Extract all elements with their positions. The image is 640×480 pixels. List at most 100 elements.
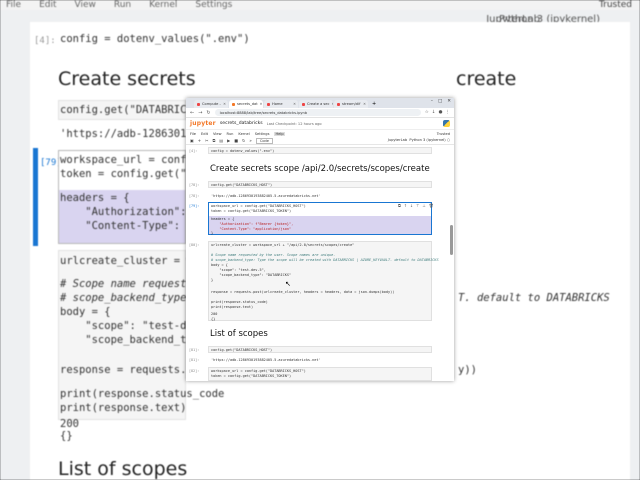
browser-tab[interactable]: Create a sec ✕ <box>299 100 333 108</box>
bg-heading: Create secrets <box>58 68 196 90</box>
duplicate-cell-icon[interactable]: ⧉ <box>398 203 401 208</box>
code-line: "scope_backend_type": "DATABRICKS" <box>211 273 292 277</box>
maximize-icon[interactable]: □ <box>438 99 442 104</box>
tab-favicon-icon <box>302 102 305 106</box>
bg-menu-view: View <box>74 0 96 10</box>
close-window-icon[interactable]: ✕ <box>447 99 451 104</box>
move-up-icon[interactable]: ↑ <box>404 203 407 208</box>
kernel-status: JupyterLab Python 3 (ipykernel) ○ <box>387 138 450 142</box>
bg-code-line: body = { <box>60 306 111 318</box>
notebook-toolbar: ▣ + ✂ ⧉ ▤ ▶ ■ ↻ » Code JupyterLab Python… <box>186 137 454 145</box>
paste-icon[interactable]: ▤ <box>219 138 223 143</box>
minimize-icon[interactable]: – <box>431 99 433 104</box>
delete-cell-icon[interactable]: 🗑 <box>429 203 434 208</box>
run-icon[interactable]: ▶ <box>227 138 230 143</box>
bg-menu-kernel: Kernel <box>149 0 178 10</box>
fast-forward-icon[interactable]: » <box>249 138 251 143</box>
bg-code-line: print(response.status_code <box>60 388 225 400</box>
bg-active-cell-bar <box>33 148 38 246</box>
bg-menu-file: File <box>6 0 22 10</box>
output-line: {} <box>211 317 216 321</box>
bg-heading: List of scopes <box>58 458 188 480</box>
output-prompt: [81]: <box>189 358 200 362</box>
code-line: # scope_backend_type: Type the scope wil… <box>211 258 439 262</box>
more-menu-icon[interactable]: ⋮ <box>446 110 451 115</box>
markdown-heading: List of scopes <box>210 329 268 339</box>
bg-code-line: T. default to DATABRICKS <box>458 292 610 304</box>
jupyter-logo[interactable]: jupyter <box>190 120 216 127</box>
code-line: } <box>211 231 214 235</box>
cell-prompt: [80]: <box>189 243 200 247</box>
insert-below-icon[interactable]: ⊥ <box>422 203 425 208</box>
menu-run[interactable]: Run <box>227 132 234 136</box>
kernel-name[interactable]: Python 3 (ipykernel) <box>409 138 445 142</box>
tab-close-icon[interactable]: ✕ <box>293 102 296 106</box>
browser-tab[interactable]: stream/dif ✕ <box>334 100 368 108</box>
cell-type-select[interactable]: Code <box>255 137 274 144</box>
bg-menubar: File Edit View Run Kernel Settings <box>0 0 640 10</box>
menu-file[interactable]: File <box>190 132 196 136</box>
save-icon[interactable]: ▣ <box>190 138 194 143</box>
code-line: print(response.text) <box>211 305 254 309</box>
browser-tab-active[interactable]: secrets_dat ✕ <box>229 100 263 108</box>
move-down-icon[interactable]: ↓ <box>410 203 413 208</box>
output-prompt: [78]: <box>189 194 200 198</box>
code-line: workspace_url = config.get("DATABRICKS_H… <box>211 369 306 373</box>
checkpoint-status: Last Checkpoint: 12 hours ago <box>266 121 322 126</box>
python-logo-icon <box>443 120 450 127</box>
cell-prompt: [78]: <box>189 183 200 187</box>
back-icon[interactable]: ← <box>190 110 194 116</box>
tab-label: Home <box>272 102 283 106</box>
forward-icon[interactable]: → <box>198 110 202 116</box>
notebook-area: [4]: config = dotenv_values(".env") Crea… <box>186 145 454 381</box>
cut-icon[interactable]: ✂ <box>205 138 208 143</box>
mouse-cursor-icon: ↖ <box>285 280 291 288</box>
url-field[interactable]: localhost:8888/lab/tree/secrets_databric… <box>214 109 421 116</box>
code-line: "Content-Type": "application/json" <box>211 227 292 231</box>
menu-view[interactable]: View <box>213 132 222 136</box>
reload-icon[interactable]: ↻ <box>206 110 210 116</box>
insert-above-icon[interactable]: ⊤ <box>416 203 419 208</box>
menu-settings[interactable]: Settings <box>255 132 270 136</box>
stop-icon[interactable]: ■ <box>234 138 238 143</box>
cell-prompt: [81]: <box>189 348 200 352</box>
screen: File Edit View Run Kernel Settings Trust… <box>0 0 640 480</box>
code-line: urlcreate_cluster = workspace_url + "/ap… <box>211 243 355 247</box>
star-icon[interactable]: ☆ <box>425 110 429 115</box>
tab-favicon-icon <box>232 102 235 106</box>
cell-toolbar: ⧉ ↑ ↓ ⊤ ⊥ 🗑 <box>398 203 434 208</box>
bg-menu-run: Run <box>113 0 132 10</box>
tab-close-icon[interactable]: ✕ <box>260 102 263 106</box>
notebook-name[interactable]: secrets_databricks <box>220 121 263 126</box>
code-line: # Scope name requested by the user. Scop… <box>211 253 336 257</box>
bg-output-line: {} <box>60 430 73 442</box>
add-cell-icon[interactable]: + <box>198 138 201 143</box>
new-tab-icon[interactable]: + <box>372 101 376 107</box>
tab-label: secrets_dat <box>237 102 258 106</box>
bg-code-line: config = dotenv_values(".env") <box>60 33 250 45</box>
menu-help[interactable]: Help <box>274 131 285 136</box>
browser-tab[interactable]: Compute - ✕ <box>194 100 228 108</box>
browser-tab[interactable]: Home ✕ <box>264 100 298 108</box>
tab-close-icon[interactable]: ✕ <box>223 102 226 106</box>
tab-close-icon[interactable]: ✕ <box>363 102 366 106</box>
menu-edit[interactable]: Edit <box>201 132 208 136</box>
profile-icon[interactable]: ● <box>439 110 443 115</box>
bg-menu-edit: Edit <box>39 0 57 10</box>
bg-prompt: [4]: <box>34 36 56 46</box>
restart-icon[interactable]: ↻ <box>242 138 245 143</box>
tab-label: Compute - <box>202 102 221 106</box>
code-line: token = config.get("DATABRICKS_TOKEN") <box>211 374 292 378</box>
markdown-heading: Create secrets scope /api/2.0/secrets/sc… <box>210 164 430 174</box>
bg-code-line: headers = { <box>60 192 130 204</box>
menu-kernel[interactable]: Kernel <box>238 132 249 136</box>
code-line: "scope": "test-dev-5", <box>211 268 266 272</box>
download-icon[interactable]: ↓ <box>432 110 436 115</box>
code-line: print(response.status_code) <box>211 300 268 304</box>
code-line: headers = { <box>211 217 235 221</box>
browser-window: Compute - ✕ secrets_dat ✕ Home ✕ Create a s… <box>186 98 454 381</box>
tab-close-icon[interactable]: ✕ <box>332 102 334 106</box>
tab-favicon-icon <box>197 102 200 106</box>
copy-icon[interactable]: ⧉ <box>213 138 216 143</box>
scrollbar[interactable] <box>450 225 453 255</box>
